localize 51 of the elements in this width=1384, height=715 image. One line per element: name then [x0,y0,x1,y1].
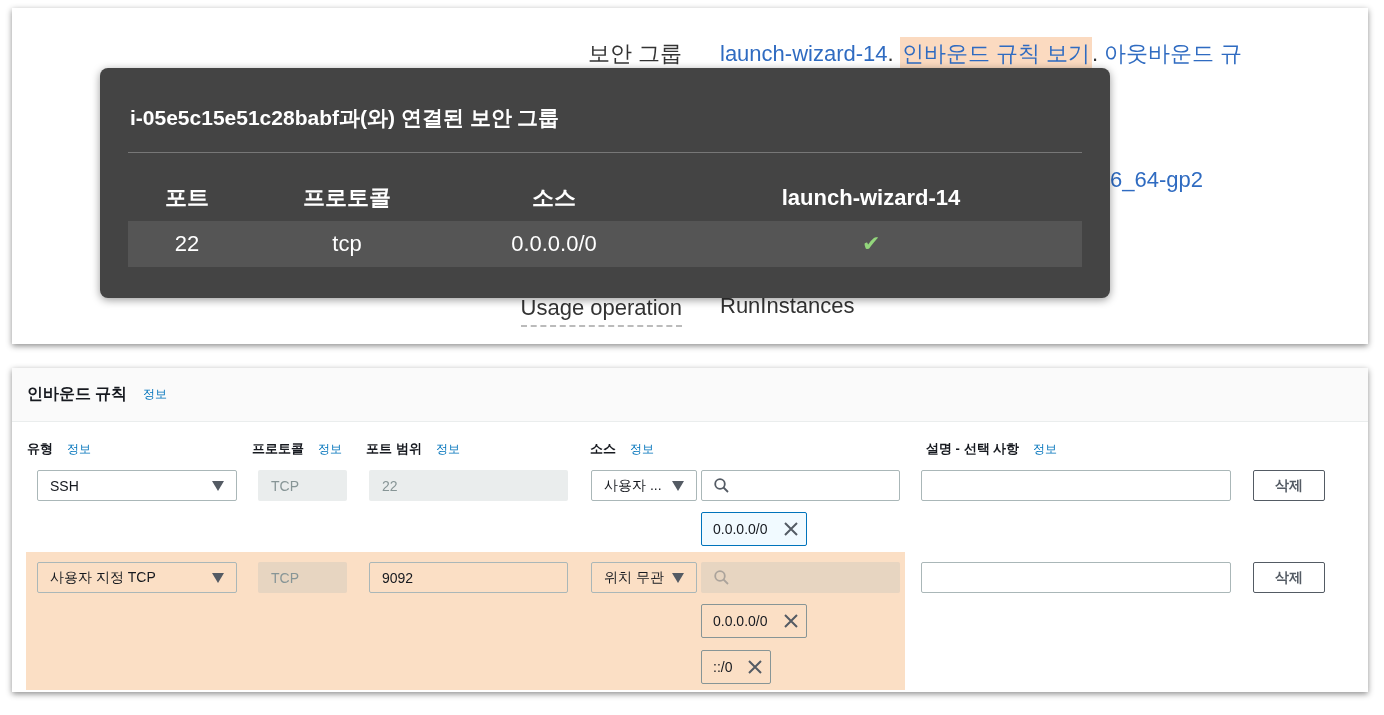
remove-icon[interactable] [748,660,763,674]
period-text: RunInstances [720,292,855,318]
description-field[interactable] [921,562,1231,593]
link[interactable]: launch-wizard-14 [720,40,888,66]
token-text: 0.0.0.0/0 [713,521,768,537]
caret-icon [672,572,684,583]
table-cell: tcp [332,231,362,257]
remove-icon[interactable] [783,614,798,628]
table-cell: 0.0.0.0/0 [511,231,597,257]
column-label: 유형 [27,440,53,458]
source-select[interactable]: 위치 무관 [591,562,697,593]
column-label: 프로토콜 [252,440,304,458]
info-link[interactable]: 정보 [630,440,654,458]
type-select[interactable]: SSH [37,470,237,501]
column-label: 소스 [590,440,616,458]
popover-title: i-05e5c15e51c28babf과(와) 연결된 보안 그룹 [128,68,1082,153]
column-header: 포트 [165,184,209,212]
link[interactable]: 아웃바운드 규 [1104,40,1243,66]
period-text: . [887,40,894,66]
column-label: 포트 범위 [366,440,422,458]
column-header: 프로토콜 [303,184,391,212]
column-header: launch-wizard-14 [781,185,961,211]
token-text: 0.0.0.0/0 [713,613,768,629]
panel-title: 인바운드 규칙 [27,384,128,404]
type-select[interactable]: 사용자 지정 TCP [37,562,237,593]
remove-icon[interactable] [783,522,798,536]
search-icon [714,570,729,585]
link[interactable]: 6_64-gp2 [1110,166,1203,192]
caret-icon [212,480,224,491]
link[interactable]: 인바운드 규칙 보기 [899,36,1092,70]
source-select[interactable]: 사용자 ... [591,470,697,501]
period-text: . [1091,40,1098,66]
token-text: ::/0 [713,659,733,675]
search-field[interactable] [701,470,900,501]
caret-icon [212,572,224,583]
description-field[interactable] [921,470,1231,501]
delete-button[interactable]: 삭제 [1253,562,1325,593]
info-link[interactable]: 정보 [435,440,460,458]
info-link[interactable]: 정보 [67,440,91,458]
info-link[interactable]: 정보 [143,386,168,403]
caret-icon [672,480,684,491]
delete-button[interactable]: 삭제 [1253,470,1325,501]
column-header: 소스 [532,184,576,212]
info-link[interactable]: 정보 [318,440,342,458]
info-link[interactable]: 정보 [1033,440,1058,458]
table-cell: 22 [174,231,200,257]
field-label: 보안 그룹 [587,39,682,68]
search-icon [714,478,729,493]
check-mark: ✔ [862,231,880,257]
column-label: 설명 - 선택 사항 [926,440,1020,458]
port-field[interactable]: 9092 [369,562,568,593]
